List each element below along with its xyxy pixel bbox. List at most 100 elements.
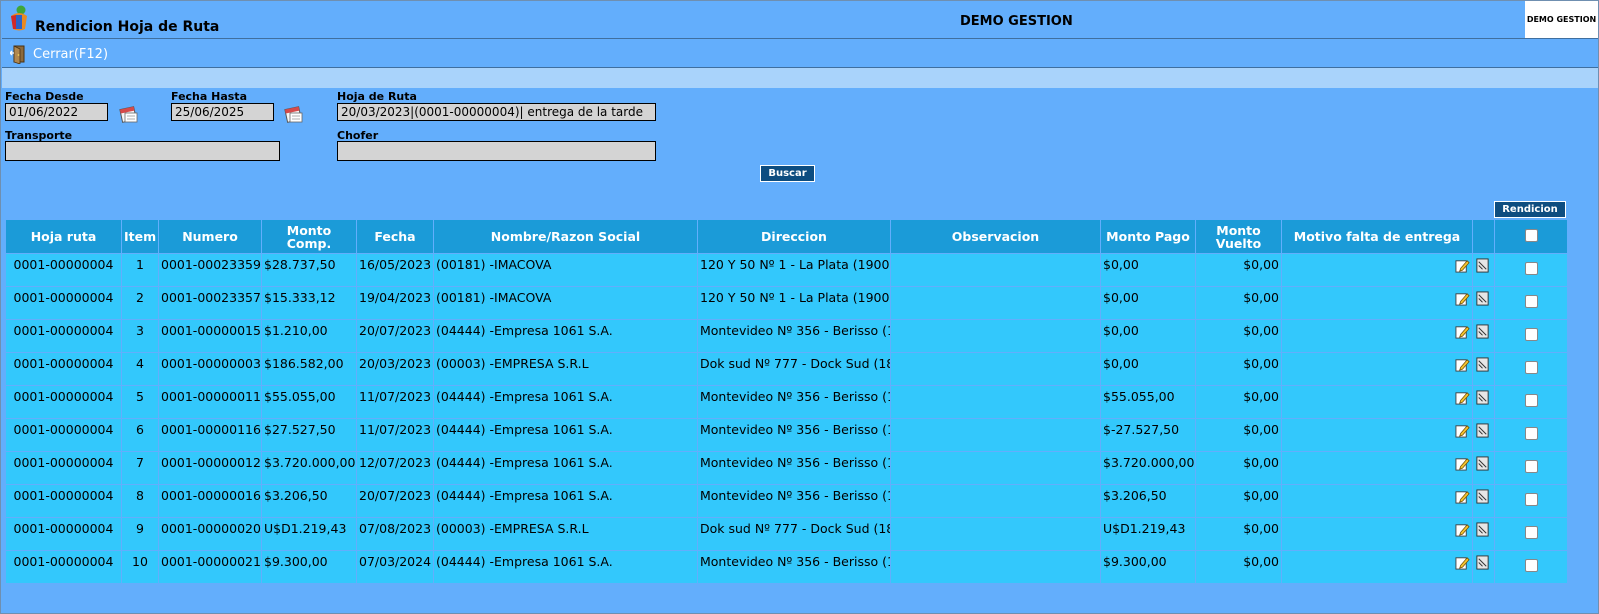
cell-item: 3 xyxy=(121,319,159,353)
edit-pencil-icon[interactable] xyxy=(1455,390,1470,405)
transporte-input[interactable] xyxy=(5,141,280,161)
cell-numero: 0001-00000020 xyxy=(158,517,262,551)
cell-select xyxy=(1494,385,1568,419)
cell-motivo xyxy=(1281,550,1473,584)
cell-item: 4 xyxy=(121,352,159,386)
cell-select xyxy=(1494,484,1568,518)
cell-hoja-ruta: 0001-00000004 xyxy=(5,253,122,287)
cell-motivo xyxy=(1281,253,1473,287)
cell-numero: 0001-00023359 xyxy=(158,253,262,287)
cell-direccion: Montevideo Nº 356 - Berisso (1923) xyxy=(697,418,891,452)
select-all-checkbox[interactable] xyxy=(1524,229,1538,242)
cell-monto-pago: $55.055,00 xyxy=(1100,385,1196,419)
row-checkbox[interactable] xyxy=(1524,328,1538,341)
table-row: 0001-00000004 3 0001-00000015 $1.210,00 … xyxy=(5,319,1568,353)
cell-monto-comp: U$D1.219,43 xyxy=(261,517,357,551)
cell-numero: 0001-00000116 xyxy=(158,418,262,452)
row-checkbox[interactable] xyxy=(1524,427,1538,440)
document-icon[interactable] xyxy=(1475,423,1490,438)
col-header-monto-vuelto: Monto Vuelto xyxy=(1195,219,1282,254)
cell-nombre: (04444) -Empresa 1061 S.A. xyxy=(433,385,698,419)
col-header-fecha: Fecha xyxy=(356,219,434,254)
close-button[interactable]: Cerrar(F12) xyxy=(10,44,108,64)
hoja-ruta-select[interactable]: 20/03/2023|(0001-00000004)| entrega de l… xyxy=(337,103,656,121)
cell-motivo xyxy=(1281,286,1473,320)
cell-nombre: (00181) -IMACOVA xyxy=(433,253,698,287)
edit-pencil-icon[interactable] xyxy=(1455,291,1470,306)
table-row: 0001-00000004 10 0001-00000021 $9.300,00… xyxy=(5,550,1568,584)
cell-fecha: 20/07/2023 xyxy=(356,319,434,353)
cell-motivo xyxy=(1281,352,1473,386)
cell-monto-vuelto: $0,00 xyxy=(1195,550,1282,584)
col-header-direccion: Direccion xyxy=(697,219,891,254)
edit-pencil-icon[interactable] xyxy=(1455,555,1470,570)
cell-observacion xyxy=(890,517,1101,551)
cell-select xyxy=(1494,352,1568,386)
document-icon[interactable] xyxy=(1475,324,1490,339)
edit-pencil-icon[interactable] xyxy=(1455,456,1470,471)
cell-monto-comp: $3.206,50 xyxy=(261,484,357,518)
document-icon[interactable] xyxy=(1475,258,1490,273)
cell-monto-comp: $186.582,00 xyxy=(261,352,357,386)
document-icon[interactable] xyxy=(1475,390,1490,405)
cell-fecha: 20/07/2023 xyxy=(356,484,434,518)
edit-pencil-icon[interactable] xyxy=(1455,357,1470,372)
cell-doc xyxy=(1472,517,1495,551)
row-checkbox[interactable] xyxy=(1524,460,1538,473)
cell-doc xyxy=(1472,385,1495,419)
document-icon[interactable] xyxy=(1475,456,1490,471)
chofer-input[interactable] xyxy=(337,141,656,161)
cell-doc xyxy=(1472,319,1495,353)
cell-observacion xyxy=(890,286,1101,320)
col-header-hoja-ruta: Hoja ruta xyxy=(5,219,122,254)
cell-monto-comp: $27.527,50 xyxy=(261,418,357,452)
cell-nombre: (00003) -EMPRESA S.R.L xyxy=(433,517,698,551)
edit-pencil-icon[interactable] xyxy=(1455,522,1470,537)
buscar-button[interactable]: Buscar xyxy=(760,165,815,182)
cell-monto-pago: $3.206,50 xyxy=(1100,484,1196,518)
fecha-hasta-input[interactable]: 25/06/2025 xyxy=(171,103,274,121)
separator-band xyxy=(2,68,1598,88)
edit-pencil-icon[interactable] xyxy=(1455,423,1470,438)
document-icon[interactable] xyxy=(1475,357,1490,372)
document-icon[interactable] xyxy=(1475,291,1490,306)
cell-monto-comp: $28.737,50 xyxy=(261,253,357,287)
edit-pencil-icon[interactable] xyxy=(1455,489,1470,504)
table-row: 0001-00000004 4 0001-00000003 $186.582,0… xyxy=(5,352,1568,386)
row-checkbox[interactable] xyxy=(1524,526,1538,539)
cell-numero: 0001-00000011 xyxy=(158,385,262,419)
document-icon[interactable] xyxy=(1475,555,1490,570)
edit-pencil-icon[interactable] xyxy=(1455,324,1470,339)
cell-fecha: 16/05/2023 xyxy=(356,253,434,287)
fecha-desde-input[interactable]: 01/06/2022 xyxy=(5,103,108,121)
rendicion-button[interactable]: Rendicion xyxy=(1494,201,1566,218)
cell-hoja-ruta: 0001-00000004 xyxy=(5,286,122,320)
page-title: Rendicion Hoja de Ruta xyxy=(35,19,220,35)
cell-hoja-ruta: 0001-00000004 xyxy=(5,352,122,386)
calendar-icon[interactable] xyxy=(284,104,304,124)
col-header-actions xyxy=(1472,219,1495,254)
table-row: 0001-00000004 6 0001-00000116 $27.527,50… xyxy=(5,418,1568,452)
results-table: Hoja ruta Item Numero Monto Comp. Fecha … xyxy=(5,219,1568,584)
document-icon[interactable] xyxy=(1475,522,1490,537)
document-icon[interactable] xyxy=(1475,489,1490,504)
row-checkbox[interactable] xyxy=(1524,394,1538,407)
row-checkbox[interactable] xyxy=(1524,559,1538,572)
cell-select xyxy=(1494,418,1568,452)
row-checkbox[interactable] xyxy=(1524,493,1538,506)
edit-pencil-icon[interactable] xyxy=(1455,258,1470,273)
table-row: 0001-00000004 2 0001-00023357 $15.333,12… xyxy=(5,286,1568,320)
row-checkbox[interactable] xyxy=(1524,361,1538,374)
row-checkbox[interactable] xyxy=(1524,262,1538,275)
cell-observacion xyxy=(890,319,1101,353)
cell-nombre: (00181) -IMACOVA xyxy=(433,286,698,320)
cell-monto-comp: $1.210,00 xyxy=(261,319,357,353)
col-header-select-all xyxy=(1494,219,1568,254)
cell-hoja-ruta: 0001-00000004 xyxy=(5,319,122,353)
cell-nombre: (04444) -Empresa 1061 S.A. xyxy=(433,319,698,353)
cell-numero: 0001-00000021 xyxy=(158,550,262,584)
calendar-icon[interactable] xyxy=(119,104,139,124)
cell-motivo xyxy=(1281,484,1473,518)
cell-observacion xyxy=(890,550,1101,584)
row-checkbox[interactable] xyxy=(1524,295,1538,308)
